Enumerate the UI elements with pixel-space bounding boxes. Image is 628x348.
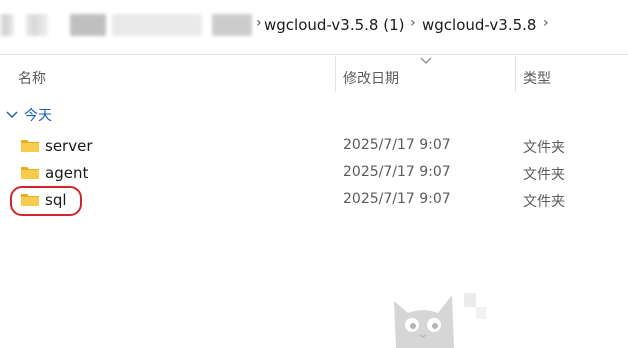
cat-watermark-icon <box>394 293 486 348</box>
redacted-path-segment <box>112 14 202 36</box>
folder-icon <box>21 167 39 179</box>
file-name: server <box>45 137 93 155</box>
group-header-today[interactable]: 今天 <box>6 104 52 126</box>
redacted-path-segment <box>212 14 252 36</box>
column-header-type[interactable]: 类型 <box>523 68 551 88</box>
file-type: 文件夹 <box>523 194 565 210</box>
redacted-path-segment <box>0 14 14 36</box>
file-explorer-window: › wgcloud-v3.5.8 (1) › wgcloud-v3.5.8 › … <box>0 0 628 348</box>
column-header-modified[interactable]: 修改日期 <box>343 68 399 88</box>
folder-icon <box>21 140 39 152</box>
file-name: agent <box>45 164 89 182</box>
file-row-server[interactable]: server 2025/7/17 9:07 文件夹 <box>0 133 628 159</box>
chevron-down-icon[interactable] <box>6 110 18 120</box>
chevron-right-icon[interactable]: › <box>543 15 549 31</box>
column-divider[interactable] <box>335 56 336 92</box>
column-header-name[interactable]: 名称 <box>18 68 46 88</box>
address-bar[interactable]: › wgcloud-v3.5.8 (1) › wgcloud-v3.5.8 › <box>0 0 628 55</box>
file-modified: 2025/7/17 9:07 <box>343 191 451 207</box>
column-divider[interactable] <box>515 56 516 92</box>
sort-chevron-icon <box>420 57 432 64</box>
file-type: 文件夹 <box>523 167 565 183</box>
group-label: 今天 <box>24 108 52 124</box>
file-modified: 2025/7/17 9:07 <box>343 137 451 153</box>
highlight-annotation <box>10 186 82 216</box>
file-row-sql[interactable]: sql 2025/7/17 9:07 文件夹 <box>0 187 628 213</box>
chevron-right-icon[interactable]: › <box>256 15 262 31</box>
file-modified: 2025/7/17 9:07 <box>343 164 451 180</box>
file-row-agent[interactable]: agent 2025/7/17 9:07 文件夹 <box>0 160 628 186</box>
file-type: 文件夹 <box>523 140 565 156</box>
chevron-right-icon[interactable]: › <box>410 15 416 31</box>
breadcrumb-item[interactable]: wgcloud-v3.5.8 <box>422 16 536 34</box>
redacted-path-segment <box>70 14 106 36</box>
redacted-path-segment <box>26 14 48 36</box>
breadcrumb-item[interactable]: wgcloud-v3.5.8 (1) <box>264 16 404 34</box>
